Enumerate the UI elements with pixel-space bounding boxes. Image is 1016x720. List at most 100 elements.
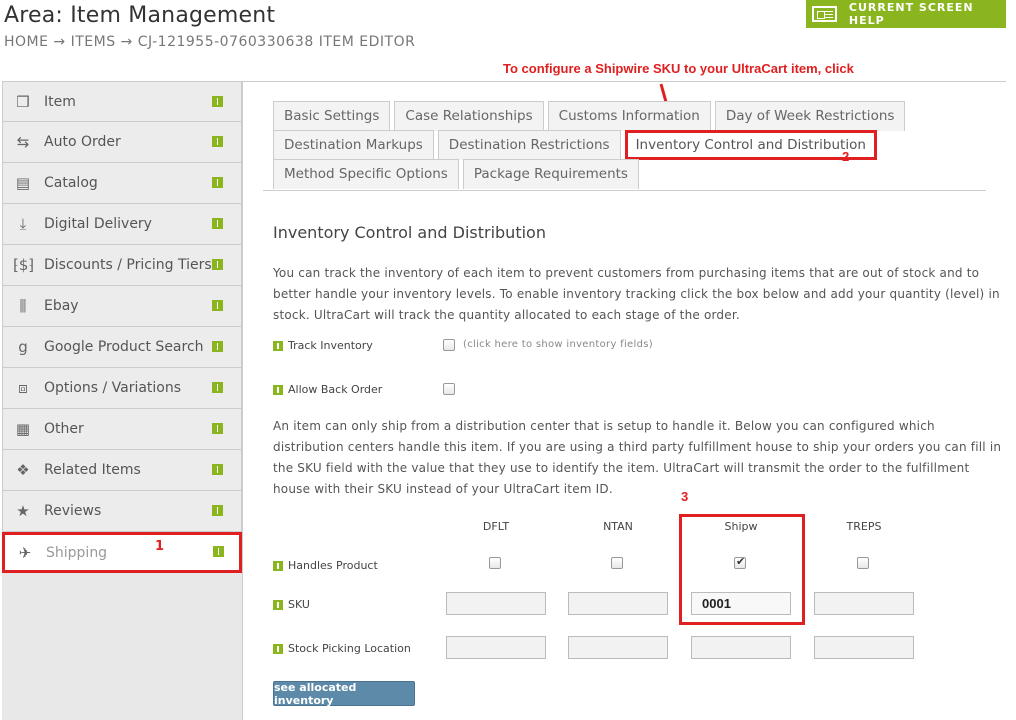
tab-destination-markups[interactable]: Destination Markups (273, 130, 434, 160)
tab-bar: Basic Settings Case Relationships Custom… (263, 101, 987, 189)
sidebar-item-label: Reviews (44, 503, 102, 519)
sku-dflt-input[interactable] (446, 592, 546, 615)
sidebar-item-reviews[interactable]: ★ Reviews (2, 491, 242, 532)
annotation-highlight-shipw (679, 514, 805, 625)
sidebar-item-item[interactable]: ❒ Item (2, 81, 242, 122)
google-icon: g (18, 338, 28, 356)
tab-row-1: Basic Settings Case Relationships Custom… (263, 101, 987, 131)
catalog-icon: ▤ (15, 174, 31, 192)
section-title: Inventory Control and Distribution (273, 223, 546, 242)
breadcrumb[interactable]: HOME → ITEMS → CJ-121955-0760330638 ITEM… (4, 34, 415, 50)
info-icon[interactable] (213, 546, 224, 557)
sidebar-item-digital-delivery[interactable]: ⤓ Digital Delivery (2, 204, 242, 245)
sidebar-item-label: Shipping (46, 544, 108, 561)
stock-picking-shipw-input[interactable] (691, 636, 791, 659)
sidebar-item-label: Auto Order (44, 134, 121, 150)
tab-case-relationships[interactable]: Case Relationships (394, 101, 544, 131)
tab-day-of-week-restrictions[interactable]: Day of Week Restrictions (714, 101, 906, 131)
sidebar-item-label: Discounts / Pricing Tiers (44, 257, 212, 273)
tab-destination-restrictions[interactable]: Destination Restrictions (437, 130, 621, 160)
handles-product-dflt-checkbox[interactable] (489, 557, 501, 569)
sku-label: SKU (273, 598, 310, 611)
tabs-divider (263, 190, 986, 191)
allow-back-order-label: Allow Back Order (273, 383, 382, 396)
stock-picking-ntan-input[interactable] (568, 636, 668, 659)
info-icon[interactable] (212, 423, 223, 434)
sidebar-item-options-variations[interactable]: ⧈ Options / Variations (2, 368, 242, 409)
sku-ntan-input[interactable] (568, 592, 668, 615)
sidebar-item-label: Options / Variations (44, 380, 182, 396)
sidebar-item-other[interactable]: ▦ Other (2, 409, 242, 450)
column-header-dflt: DFLT (482, 520, 510, 533)
track-inventory-checkbox[interactable] (443, 339, 455, 351)
tab-customs-information[interactable]: Customs Information (547, 101, 711, 131)
stock-picking-dflt-input[interactable] (446, 636, 546, 659)
allow-back-order-checkbox[interactable] (443, 383, 455, 395)
tab-basic-settings[interactable]: Basic Settings (273, 101, 391, 131)
sku-treps-input[interactable] (814, 592, 914, 615)
sidebar-item-shipping[interactable]: ✈ Shipping 1 (2, 532, 242, 573)
cube-icon: ❒ (16, 92, 30, 111)
sidebar-item-discounts[interactable]: ⁅$⁆ Discounts / Pricing Tiers (2, 245, 242, 286)
tab-row-3: Method Specific Options Package Requirem… (263, 159, 987, 189)
annotation-step-3: 3 (681, 489, 689, 504)
page-title: Area: Item Management (4, 3, 276, 28)
annotation-step-1: 1 (155, 539, 165, 554)
tab-inventory-control[interactable]: Inventory Control and Distribution (624, 130, 877, 160)
info-icon[interactable] (212, 382, 223, 393)
sidebar-item-google-product-search[interactable]: g Google Product Search (2, 327, 242, 368)
info-icon[interactable] (212, 177, 223, 188)
plane-icon: ✈ (18, 543, 32, 562)
discount-icon: ⁅$⁆ (13, 256, 35, 274)
cubes-icon: ❖ (16, 461, 30, 479)
sidebar-item-related-items[interactable]: ❖ Related Items (2, 450, 242, 491)
sidebar-item-label: Google Product Search (44, 339, 204, 355)
annotation-instruction: To configure a Shipwire SKU to your Ultr… (503, 61, 854, 76)
inventory-description: You can track the inventory of each item… (273, 266, 1000, 322)
see-allocated-inventory-button[interactable]: see allocated inventory (273, 681, 415, 707)
sidebar-item-label: Item (44, 93, 76, 110)
sidebar-item-label: Related Items (44, 462, 141, 478)
star-icon: ★ (16, 502, 30, 520)
info-icon[interactable] (273, 340, 283, 351)
help-button-label: CURRENT SCREEN HELP (848, 1, 974, 27)
distribution-description: An item can only ship from a distributio… (273, 419, 1002, 496)
column-header-treps: TREPS (846, 520, 882, 533)
sidebar-item-label: Other (44, 421, 84, 437)
stock-picking-treps-input[interactable] (814, 636, 914, 659)
sidebar: ❒ Item ⇆ Auto Order ▤ Catalog ⤓ Digital … (2, 81, 243, 720)
sidebar-item-auto-order[interactable]: ⇆ Auto Order (2, 122, 242, 163)
sidebar-item-label: Ebay (44, 298, 79, 314)
info-icon[interactable] (212, 136, 223, 147)
help-screen-icon (812, 6, 837, 22)
info-icon[interactable] (212, 300, 223, 311)
tab-method-specific-options[interactable]: Method Specific Options (273, 159, 459, 189)
info-icon[interactable] (273, 384, 283, 395)
info-icon[interactable] (273, 643, 283, 654)
repeat-icon: ⇆ (16, 133, 30, 151)
handles-product-treps-checkbox[interactable] (857, 557, 869, 569)
info-icon[interactable] (212, 464, 223, 475)
handles-product-label: Handles Product (273, 559, 378, 572)
columns-icon: ⫼ (19, 297, 27, 315)
info-icon[interactable] (212, 96, 223, 107)
track-inventory-hint[interactable]: (click here to show inventory fields) (463, 339, 653, 350)
sidebar-item-ebay[interactable]: ⫼ Ebay (2, 286, 242, 327)
info-icon[interactable] (212, 218, 223, 229)
sidebar-item-label: Digital Delivery (44, 216, 152, 232)
info-icon[interactable] (212, 259, 223, 270)
current-screen-help-button[interactable]: CURRENT SCREEN HELP (806, 0, 1006, 28)
info-icon[interactable] (273, 599, 283, 610)
stock-picking-label: Stock Picking Location (273, 642, 411, 655)
info-icon[interactable] (212, 505, 223, 516)
tab-package-requirements[interactable]: Package Requirements (462, 159, 639, 189)
handles-product-ntan-checkbox[interactable] (611, 557, 623, 569)
list-icon: ▦ (15, 420, 31, 438)
info-icon[interactable] (212, 341, 223, 352)
annotation-step-2: 2 (842, 149, 850, 164)
info-icon[interactable] (273, 560, 283, 571)
sliders-icon: ⧈ (18, 379, 28, 397)
track-inventory-label: Track Inventory (273, 339, 373, 352)
column-header-ntan: NTAN (603, 520, 633, 533)
sidebar-item-catalog[interactable]: ▤ Catalog (2, 163, 242, 204)
